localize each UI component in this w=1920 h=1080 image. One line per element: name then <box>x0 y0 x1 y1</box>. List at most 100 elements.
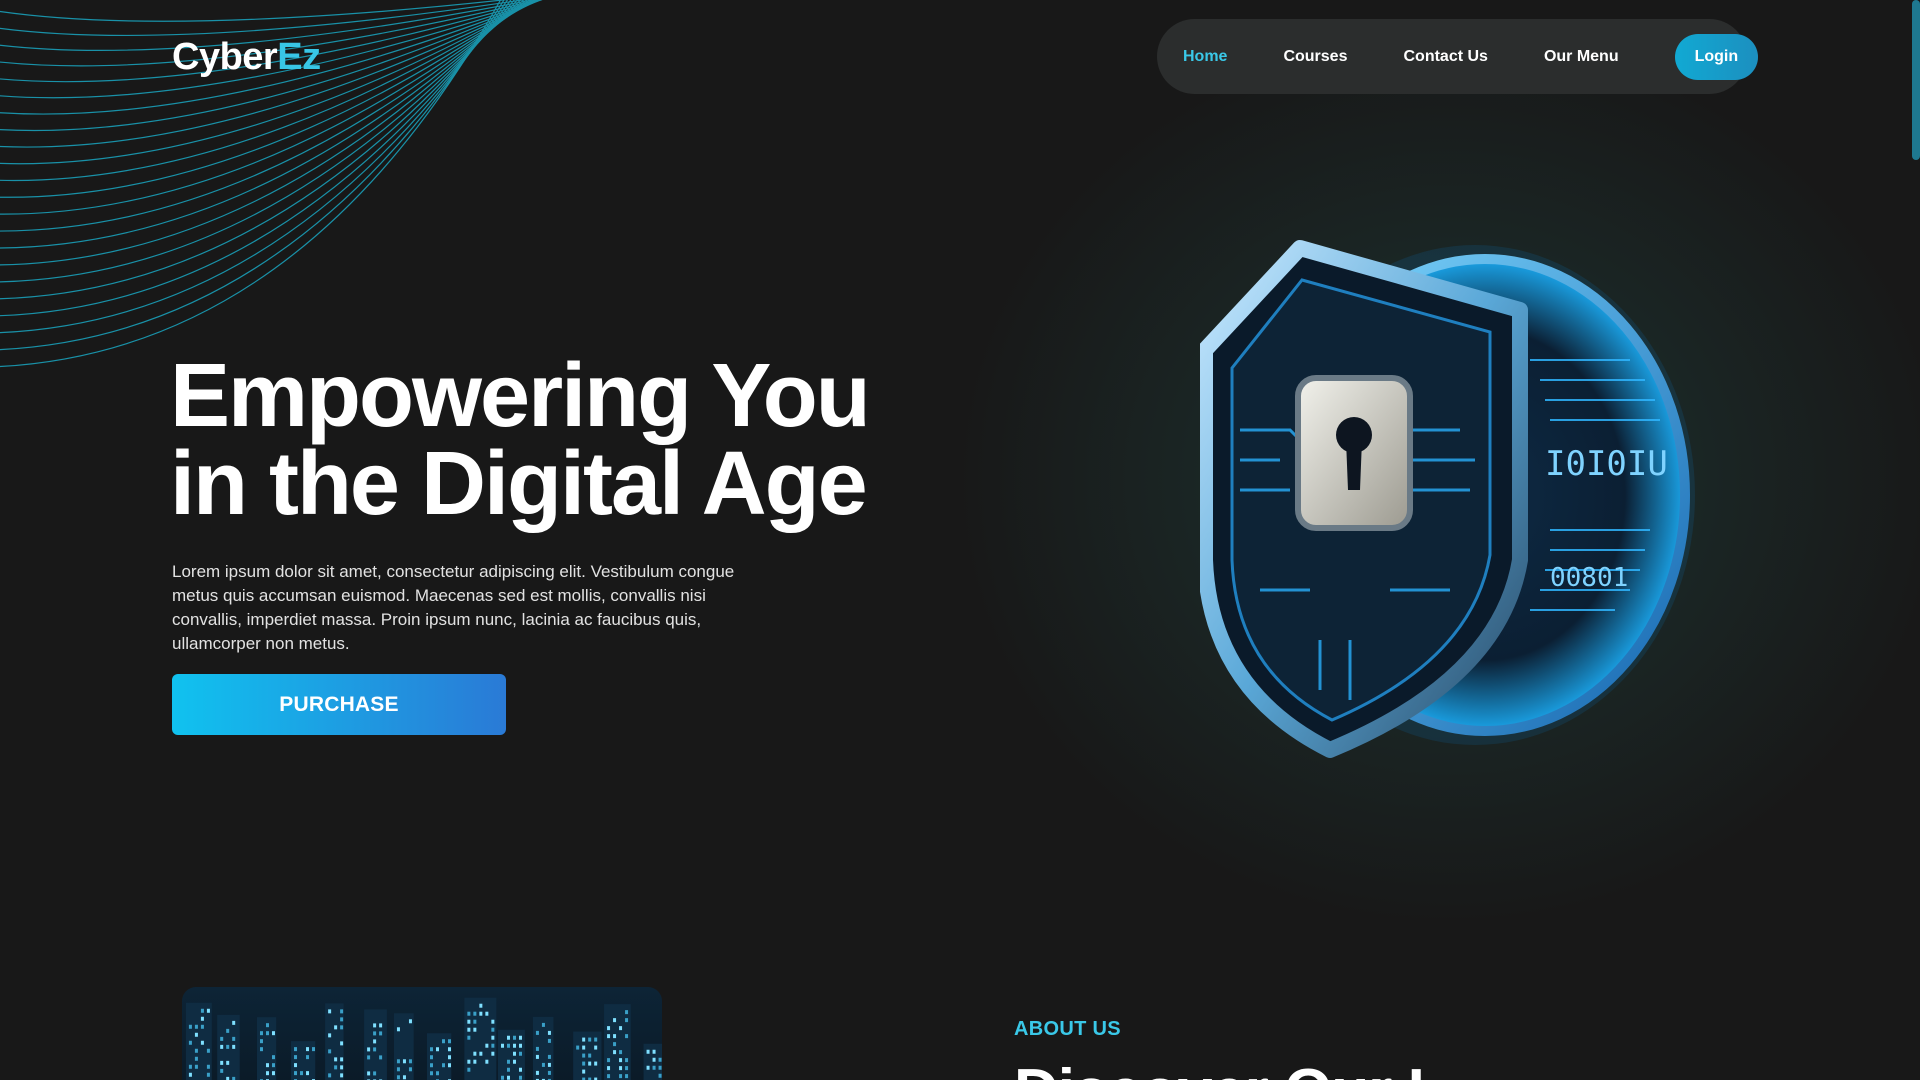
building-window <box>607 1034 611 1039</box>
building-window <box>518 1051 522 1056</box>
building-window <box>220 1060 224 1065</box>
shield-lock-icon: I0I0IU 00801 <box>1200 240 1695 758</box>
building-window <box>373 1039 377 1044</box>
building-window <box>402 1059 406 1064</box>
building-window <box>402 1075 406 1080</box>
nav-item-contact-us[interactable]: Contact Us <box>1403 48 1487 66</box>
building-window <box>594 1061 598 1066</box>
logo-text-primary: Cyber <box>172 36 278 78</box>
building-window <box>408 1059 412 1064</box>
building-window <box>607 1066 611 1071</box>
building-window <box>340 1017 344 1022</box>
building-window <box>396 1027 400 1032</box>
building-window <box>232 1044 236 1049</box>
building-window <box>194 1048 198 1053</box>
logo[interactable]: CyberEz <box>172 36 321 79</box>
building-window <box>473 1027 477 1032</box>
shield-binary-text-2: 00801 <box>1550 563 1628 593</box>
building-window <box>306 1071 310 1076</box>
building-window <box>535 1046 539 1051</box>
building-window <box>518 1075 522 1080</box>
building-window <box>294 1063 298 1068</box>
building-window <box>588 1037 592 1042</box>
building-window <box>625 1010 629 1015</box>
hero-title-line-2: in the Digital Age <box>170 434 868 534</box>
building-window <box>506 1059 510 1064</box>
scrollbar-thumb[interactable] <box>1912 0 1920 160</box>
building-window <box>541 1062 545 1067</box>
building-window <box>430 1063 434 1068</box>
building-window <box>658 1065 662 1070</box>
building-window <box>188 1064 192 1069</box>
building-window <box>506 1075 510 1080</box>
building-window <box>379 1031 383 1036</box>
building-window <box>226 1060 230 1065</box>
building-window <box>259 1039 263 1044</box>
purchase-button[interactable]: PURCHASE <box>172 674 506 735</box>
building-window <box>265 1063 269 1068</box>
building-window <box>506 1035 510 1040</box>
nav-item-home[interactable]: Home <box>1183 48 1227 66</box>
building-window <box>373 1071 377 1076</box>
building-window <box>467 1027 471 1032</box>
building-window <box>367 1047 371 1052</box>
building-window <box>625 1034 629 1039</box>
building-window <box>226 1028 230 1033</box>
building-window <box>271 1031 275 1036</box>
building-window <box>582 1037 586 1042</box>
building-window <box>646 1065 650 1070</box>
building-window <box>334 1065 338 1070</box>
building-window <box>367 1071 371 1076</box>
nav-item-courses[interactable]: Courses <box>1283 48 1347 66</box>
building-window <box>271 1071 275 1076</box>
building-window <box>448 1055 452 1060</box>
building-window <box>467 1011 471 1016</box>
building-window <box>436 1047 440 1052</box>
building-window <box>485 1059 489 1064</box>
building-window <box>271 1063 275 1068</box>
building-window <box>619 1050 623 1055</box>
building-window <box>500 1075 504 1080</box>
building-window <box>232 1036 236 1041</box>
building-window <box>535 1070 539 1075</box>
building-window <box>479 1003 483 1008</box>
building-shape <box>573 1031 602 1080</box>
building-window <box>265 1031 269 1036</box>
building-window <box>619 1058 623 1063</box>
building-window <box>613 1050 617 1055</box>
building-window <box>473 1011 477 1016</box>
building-window <box>491 1027 495 1032</box>
nav-item-our-menu[interactable]: Our Menu <box>1544 48 1619 66</box>
landing-page: CyberEz Home Courses Contact Us Our Menu… <box>0 0 1920 1080</box>
building-window <box>379 1055 383 1060</box>
building-window <box>294 1071 298 1076</box>
building-window <box>479 1011 483 1016</box>
building-window <box>294 1055 298 1060</box>
about-us-label: ABOUT US <box>1014 1018 1121 1040</box>
building-window <box>328 1033 332 1038</box>
building-window <box>473 1019 477 1024</box>
building-window <box>200 1024 204 1029</box>
building-window <box>512 1059 516 1064</box>
top-navigation: Home Courses Contact Us Our Menu Login <box>1157 19 1759 94</box>
building-window <box>512 1035 516 1040</box>
building-window <box>625 1074 629 1079</box>
building-window <box>619 1074 623 1079</box>
building-window <box>379 1023 383 1028</box>
building-window <box>334 1057 338 1062</box>
building-window <box>576 1045 580 1050</box>
building-window <box>467 1067 471 1072</box>
hero-title-line-1: Empowering You <box>170 346 871 446</box>
about-cityscape-image <box>182 987 662 1080</box>
building-window <box>652 1049 656 1054</box>
building-window <box>442 1039 446 1044</box>
login-button[interactable]: Login <box>1674 33 1759 80</box>
building-window <box>312 1047 316 1052</box>
building-window <box>340 1057 344 1062</box>
building-window <box>535 1054 539 1059</box>
building-window <box>547 1054 551 1059</box>
building-window <box>448 1047 452 1052</box>
building-shape <box>364 1009 387 1080</box>
building-window <box>625 1066 629 1071</box>
building-window <box>652 1057 656 1062</box>
